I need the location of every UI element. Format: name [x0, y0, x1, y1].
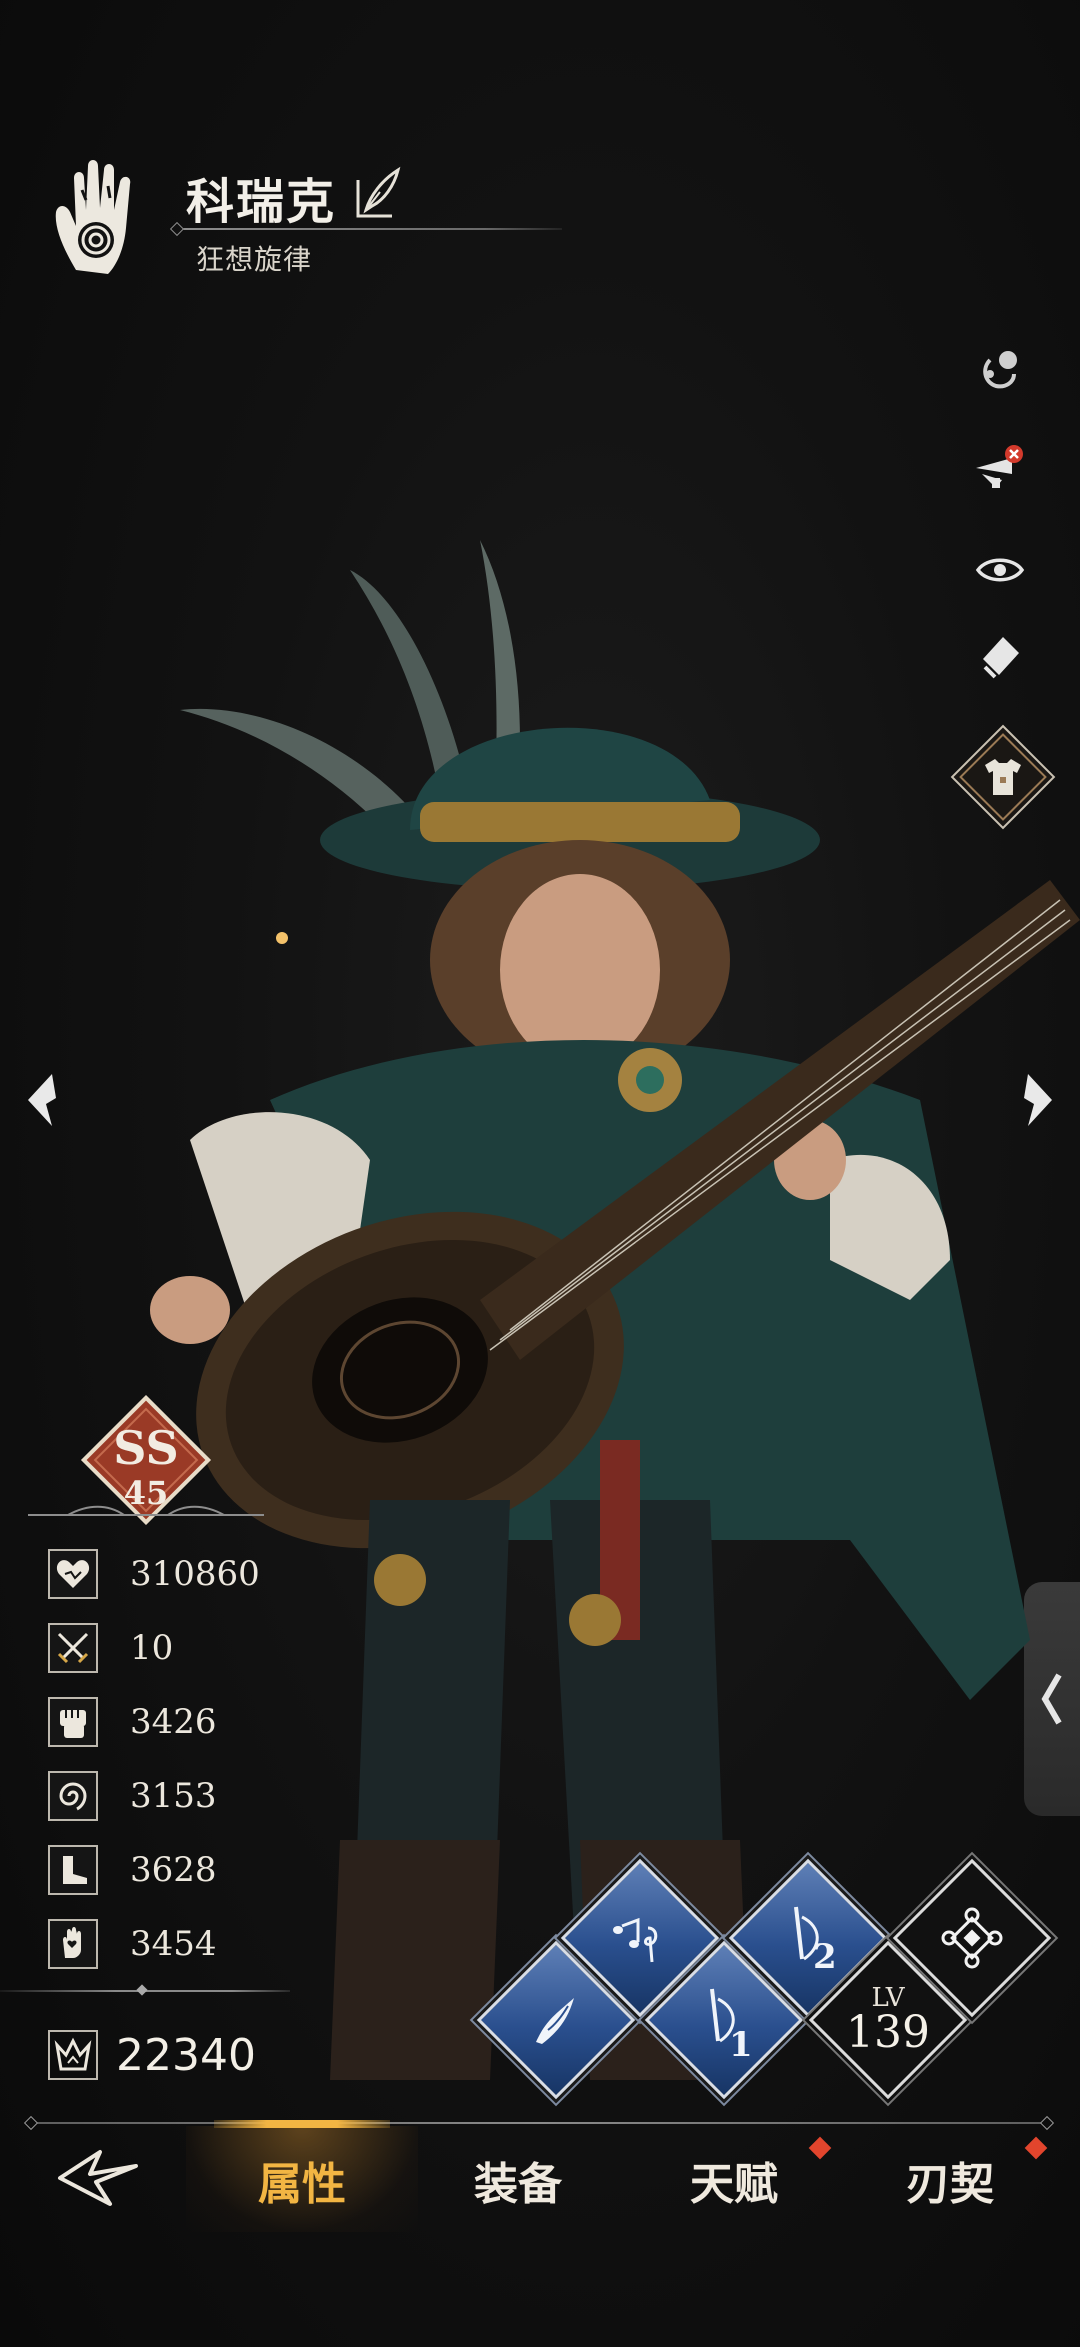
tab-blade-pact[interactable]: 刃契 — [870, 2148, 1030, 2212]
name-underline — [176, 228, 562, 230]
hide-weapon-icon[interactable] — [968, 436, 1032, 500]
character-title: 狂想旋律 — [196, 243, 313, 276]
hand-heart-icon — [48, 1919, 98, 1969]
tab-talent[interactable]: 天赋 — [654, 2148, 814, 2212]
skill-number: 2 — [813, 1937, 837, 1977]
character-name: 科瑞克 — [186, 174, 337, 230]
stat-row-vortex: 3153 — [48, 1768, 217, 1824]
vortex-icon — [48, 1771, 98, 1821]
fist-attack-icon — [48, 1697, 98, 1747]
crown-power-icon — [48, 2030, 98, 2080]
character-model — [150, 540, 1080, 2080]
tab-equipment[interactable]: 装备 — [438, 2148, 598, 2212]
stat-value: 3628 — [130, 1850, 217, 1890]
heart-hp-icon — [48, 1549, 98, 1599]
nav-divider — [30, 2122, 1050, 2124]
name-underline-ornament — [169, 221, 185, 237]
crossed-swords-icon — [48, 1623, 98, 1673]
stat-row-speed: 3628 — [48, 1842, 217, 1898]
ornate-knot-icon — [919, 1885, 1025, 1991]
nav-divider-ornament-left — [23, 2115, 39, 2131]
back-button[interactable] — [56, 2146, 140, 2210]
stats-divider-ornament — [136, 1984, 148, 1996]
combat-power-value: 22340 — [116, 2030, 256, 2081]
stat-value: 3454 — [130, 1924, 217, 1964]
grade-rank-text: SS — [113, 1421, 178, 1475]
stat-value: 310860 — [130, 1554, 260, 1594]
tab-attributes[interactable]: 属性 — [222, 2148, 382, 2212]
boot-speed-icon — [48, 1845, 98, 1895]
level-value: 139 — [846, 2007, 930, 2058]
stat-value: 3426 — [130, 1702, 217, 1742]
nav-active-indicator — [214, 2120, 390, 2128]
back-arrow-icon — [58, 2150, 138, 2206]
stat-row-heal: 3454 — [48, 1916, 217, 1972]
stat-row-crit: 10 — [48, 1620, 173, 1676]
stat-value: 3153 — [130, 1776, 217, 1816]
nav-divider-ornament-right — [1039, 2115, 1055, 2131]
stat-row-attack: 3426 — [48, 1694, 217, 1750]
previous-character-arrow[interactable] — [18, 1060, 66, 1140]
class-emblem-icon — [46, 150, 146, 290]
stat-value: 10 — [130, 1628, 174, 1668]
pose-icon[interactable] — [968, 338, 1032, 402]
quill-edit-icon[interactable] — [352, 166, 402, 222]
skill-number: 1 — [729, 2025, 753, 2065]
grade-ornament-divider — [28, 1504, 264, 1526]
stat-row-hp: 310860 — [48, 1546, 260, 1602]
